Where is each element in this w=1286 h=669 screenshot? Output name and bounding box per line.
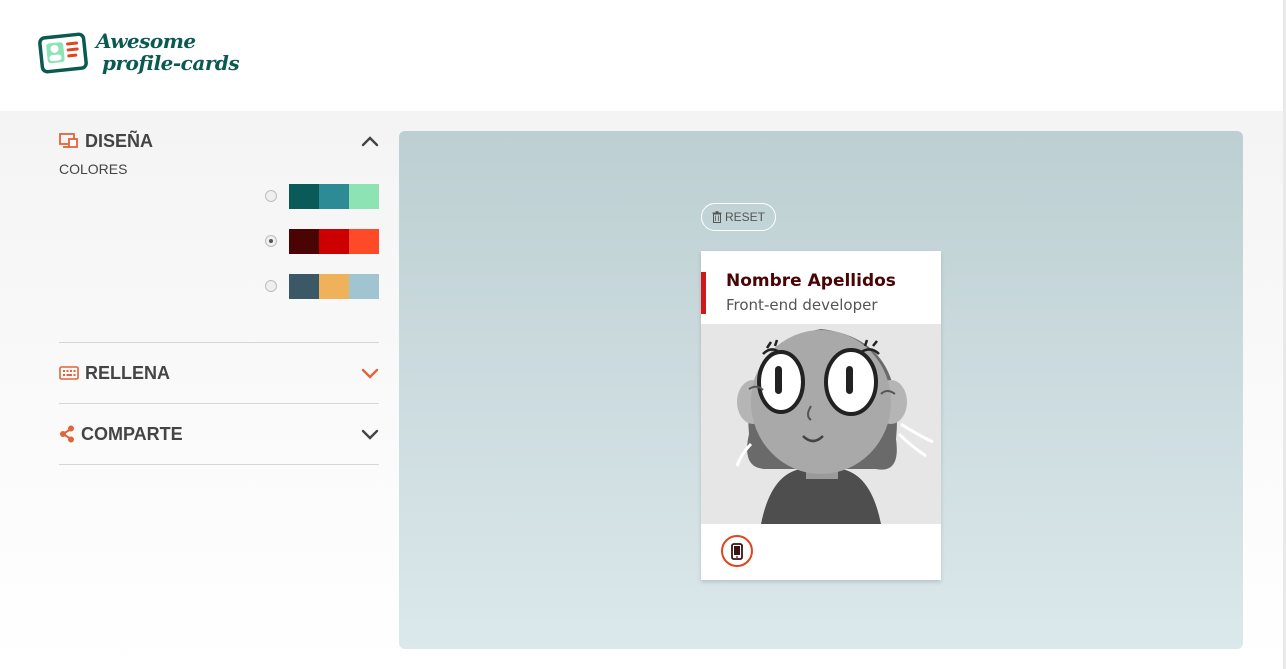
- color-swatch: [319, 228, 349, 254]
- card-contact-icons: [721, 535, 753, 567]
- fill-section: RELLENA: [59, 343, 379, 404]
- palette-option-1[interactable]: [59, 183, 379, 209]
- logo[interactable]: Awesome profile-cards: [38, 28, 240, 76]
- color-swatch: [319, 273, 349, 299]
- share-section-header[interactable]: COMPARTE: [59, 404, 379, 464]
- color-swatch: [349, 273, 379, 299]
- palette-swatches[interactable]: [289, 273, 379, 299]
- color-swatch: [349, 183, 379, 209]
- trash-icon: [712, 211, 722, 223]
- color-swatch: [349, 228, 379, 254]
- logo-line-2: profile-cards: [102, 51, 240, 75]
- reset-label: RESET: [724, 210, 765, 224]
- card-header: Nombre Apellidos Front-end developer: [701, 251, 941, 324]
- share-section: COMPARTE: [59, 404, 379, 465]
- fill-section-header[interactable]: RELLENA: [59, 343, 379, 403]
- mobile-phone-icon: [731, 542, 743, 560]
- color-swatch: [289, 228, 319, 254]
- sidebar: DISEÑA COLORES RELLENA COMPARTE: [59, 111, 379, 465]
- palette-option-2[interactable]: [59, 228, 379, 254]
- design-title-label: DISEÑA: [85, 130, 154, 151]
- fill-title-label: RELLENA: [85, 362, 170, 383]
- color-swatch: [289, 273, 319, 299]
- card-accent-bar: [701, 272, 706, 314]
- share-section-title: COMPARTE: [59, 424, 183, 445]
- card-profile-image: [701, 324, 941, 524]
- phone-link[interactable]: [721, 535, 753, 567]
- palette-swatches[interactable]: [289, 228, 379, 254]
- palette-radio[interactable]: [265, 280, 277, 292]
- card-preview-area: RESET Nombre Apellidos Front-end develop…: [399, 131, 1243, 649]
- main-area: DISEÑA COLORES RELLENA COMPARTE RESET No…: [0, 111, 1286, 669]
- header: Awesome profile-cards: [0, 0, 1286, 111]
- design-section: DISEÑA COLORES: [59, 111, 379, 343]
- share-title-label: COMPARTE: [81, 423, 183, 444]
- palette-swatches[interactable]: [289, 183, 379, 209]
- avatar-illustration: [701, 324, 941, 524]
- design-section-title: DISEÑA: [59, 131, 153, 152]
- color-swatch: [289, 183, 319, 209]
- design-section-body: COLORES: [59, 161, 379, 342]
- colors-label: COLORES: [59, 161, 128, 177]
- chevron-down-icon[interactable]: [361, 367, 379, 379]
- logo-text: Awesome profile-cards: [96, 29, 240, 75]
- card-name: Nombre Apellidos: [726, 271, 896, 291]
- color-swatch: [319, 183, 349, 209]
- palette-option-3[interactable]: [59, 273, 379, 299]
- chevron-down-icon[interactable]: [361, 428, 379, 440]
- profile-card-logo-icon: [38, 32, 88, 74]
- profile-card: Nombre Apellidos Front-end developer: [701, 251, 941, 580]
- palette-radio[interactable]: [265, 190, 277, 202]
- logo-line-1: Awesome: [96, 29, 196, 53]
- keyboard-icon: [59, 366, 79, 380]
- palette-radio[interactable]: [265, 235, 277, 247]
- reset-button[interactable]: RESET: [701, 203, 776, 231]
- card-job: Front-end developer: [726, 296, 878, 314]
- fill-section-title: RELLENA: [59, 363, 170, 384]
- palette-list: [59, 183, 379, 299]
- design-icon: [59, 133, 78, 148]
- chevron-up-icon[interactable]: [361, 135, 379, 147]
- share-icon: [60, 425, 74, 443]
